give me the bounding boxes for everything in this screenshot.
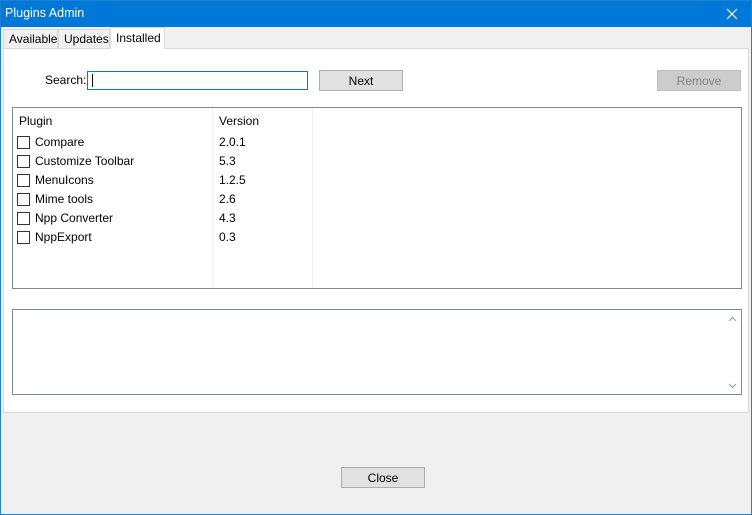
title-bar[interactable]: Plugins Admin	[1, 1, 751, 27]
plugins-admin-window: Plugins Admin Available Updates Installe…	[0, 0, 752, 515]
plugin-name: Npp Converter	[35, 211, 114, 225]
plugin-checkbox[interactable]	[17, 136, 30, 149]
window-title: Plugins Admin	[5, 6, 85, 20]
tab-updates[interactable]: Updates	[58, 29, 110, 49]
plugin-name: Mime tools	[35, 192, 94, 206]
plugin-version: 4.3	[219, 211, 236, 225]
list-item[interactable]: NppExport 0.3	[13, 228, 313, 247]
remove-button[interactable]: Remove	[657, 70, 741, 91]
list-item[interactable]: Compare 2.0.1	[13, 133, 313, 152]
plugin-description-box[interactable]	[12, 309, 742, 395]
plugin-name: Compare	[35, 135, 85, 149]
chevron-up-icon[interactable]	[724, 310, 741, 327]
list-item[interactable]: Npp Converter 4.3	[13, 209, 313, 228]
plugin-name: NppExport	[35, 230, 92, 244]
search-label: Search:	[45, 73, 87, 87]
description-scrollbar[interactable]	[724, 310, 741, 394]
list-item[interactable]: MenuIcons 1.2.5	[13, 171, 313, 190]
plugin-checkbox[interactable]	[17, 193, 30, 206]
column-header-version[interactable]: Version	[219, 114, 259, 128]
plugin-checkbox[interactable]	[17, 231, 30, 244]
close-icon[interactable]	[717, 1, 747, 27]
tab-available[interactable]: Available	[3, 29, 58, 49]
list-item[interactable]: Customize Toolbar 5.3	[13, 152, 313, 171]
column-header-plugin[interactable]: Plugin	[19, 114, 52, 128]
plugin-name: MenuIcons	[35, 173, 94, 187]
plugin-version: 2.0.1	[219, 135, 246, 149]
tab-installed[interactable]: Installed	[110, 27, 165, 49]
plugin-version: 5.3	[219, 154, 236, 168]
plugin-list[interactable]: Plugin Version Compare 2.0.1 Customize T…	[12, 107, 742, 289]
plugin-version: 1.2.5	[219, 173, 246, 187]
plugin-checkbox[interactable]	[17, 155, 30, 168]
plugin-checkbox[interactable]	[17, 174, 30, 187]
chevron-down-icon[interactable]	[724, 377, 741, 394]
list-item[interactable]: Mime tools 2.6	[13, 190, 313, 209]
plugin-checkbox[interactable]	[17, 212, 30, 225]
text-caret	[92, 74, 93, 87]
plugin-name: Customize Toolbar	[35, 154, 135, 168]
plugin-version: 0.3	[219, 230, 236, 244]
next-button[interactable]: Next	[319, 70, 403, 91]
close-button[interactable]: Close	[341, 467, 425, 488]
plugin-version: 2.6	[219, 192, 236, 206]
search-input[interactable]	[87, 71, 308, 90]
